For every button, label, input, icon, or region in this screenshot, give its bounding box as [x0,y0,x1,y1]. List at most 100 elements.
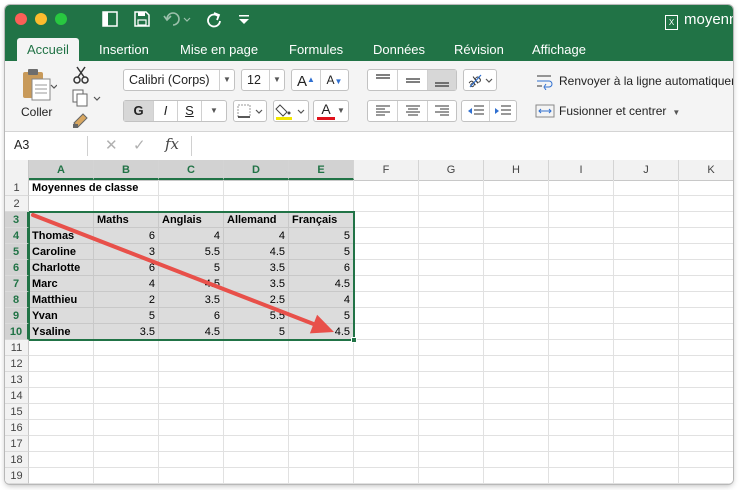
row-header-9[interactable]: 9 [5,308,29,324]
row-header-15[interactable]: 15 [5,404,29,420]
tab-accueil[interactable]: Accueil [17,38,79,61]
font-name-select[interactable]: Calibri (Corps) ▼ [123,69,235,91]
merge-center-icon[interactable] [535,102,555,120]
paste-label[interactable]: Coller [21,105,52,119]
underline-options-chevron-icon[interactable]: ▼ [202,101,226,121]
row-header-17[interactable]: 17 [5,436,29,452]
font-name-value: Calibri (Corps) [129,73,210,87]
chevron-down-icon: ▼ [337,106,345,115]
row-header-1[interactable]: 1 [5,180,29,196]
chevron-down-icon: ▼ [269,70,284,90]
copy-icon[interactable] [71,88,101,108]
row-header-19[interactable]: 19 [5,468,29,484]
row-header-11[interactable]: 11 [5,340,29,356]
italic-button[interactable]: I [154,101,178,121]
cut-icon[interactable] [71,65,91,85]
text-orientation-button[interactable]: ab [463,69,497,91]
row-header-13[interactable]: 13 [5,372,29,388]
row-header-6[interactable]: 6 [5,260,29,276]
font-size-value: 12 [247,73,261,87]
wrap-text-button[interactable]: Renvoyer à la ligne automatiquement [559,74,733,88]
row-header-16[interactable]: 16 [5,420,29,436]
align-left-button[interactable] [368,101,398,121]
name-box[interactable]: A3 [9,135,93,156]
font-color-button[interactable]: A ▼ [313,100,349,122]
excel-file-icon: X [665,15,678,30]
align-center-button[interactable] [398,101,428,121]
font-size-buttons: A▲ A▼ [291,69,349,91]
shrink-font-button[interactable]: A▼ [321,70,348,90]
align-middle-icon [406,78,420,83]
borders-button[interactable] [233,100,267,122]
align-bottom-icon [435,82,449,87]
row-header-3[interactable]: 3 [5,212,29,228]
bold-button[interactable]: G [124,101,154,121]
format-painter-icon[interactable] [71,111,91,129]
ribbon-home: Coller Calibri (Corps) ▼ 12 ▼ A▲ A▼ G I … [5,61,733,132]
highlight-color-button[interactable] [273,100,309,122]
decrease-indent-icon [468,105,484,115]
document-title: Xmoyenne [665,10,733,30]
formula-input[interactable] [197,136,727,156]
tab-insertion[interactable]: Insertion [99,38,149,61]
align-top-icon [376,74,390,79]
row-header-2[interactable]: 2 [5,196,29,212]
align-center-icon [406,105,420,116]
increase-indent-button[interactable] [490,101,516,121]
fill-bucket-icon [275,104,305,120]
merge-center-button[interactable]: Fusionner et centrer ▼ [559,104,680,118]
paste-icon[interactable] [17,67,58,103]
row-header-8[interactable]: 8 [5,292,29,308]
decrease-indent-button[interactable] [462,101,490,121]
row-header-14[interactable]: 14 [5,388,29,404]
align-middle-button[interactable] [398,70,428,90]
undo-icon[interactable] [163,8,193,30]
arrow-up-icon: ▲ [307,75,315,84]
borders-icon [237,104,263,118]
close-window-button[interactable] [15,13,27,25]
horizontal-align-buttons [367,100,457,122]
annotation-arrow [31,213,334,334]
ribbon-tabs: Accueil Insertion Mise en page Formules … [5,35,733,61]
zoom-window-button[interactable] [55,13,67,25]
sidebar-toggle-icon[interactable] [99,8,121,30]
tab-mise-en-page[interactable]: Mise en page [180,38,258,61]
excel-window: Xmoyenne Accueil Insertion Mise en page … [5,5,733,484]
cell-a1[interactable]: Moyennes de classe [29,180,159,196]
arrow-shaft [31,213,316,327]
row-header-5[interactable]: 5 [5,244,29,260]
customize-toolbar-icon[interactable] [235,8,253,30]
row-header-18[interactable]: 18 [5,452,29,468]
text-style-buttons: G I S ▼ [123,100,227,122]
underline-button[interactable]: S [178,101,202,121]
align-bottom-button[interactable] [428,70,456,90]
redo-icon[interactable] [203,8,225,30]
wrap-text-icon[interactable] [535,72,555,91]
cancel-entry-icon[interactable]: ✕ [105,136,118,156]
font-color-swatch [317,117,335,120]
row-header-4[interactable]: 4 [5,228,29,244]
grow-font-button[interactable]: A▲ [292,70,321,90]
tab-donnees[interactable]: Données [373,38,425,61]
minimize-window-button[interactable] [35,13,47,25]
insert-function-icon[interactable]: fx [165,135,179,153]
font-size-select[interactable]: 12 ▼ [241,69,285,91]
arrow-down-icon: ▼ [334,77,343,86]
tab-formules[interactable]: Formules [289,38,343,61]
tab-revision[interactable]: Révision [454,38,504,61]
confirm-entry-icon[interactable]: ✓ [133,136,146,156]
row-header-12[interactable]: 12 [5,356,29,372]
align-right-button[interactable] [428,101,456,121]
row-header-7[interactable]: 7 [5,276,29,292]
vertical-align-buttons [367,69,457,91]
spreadsheet-grid[interactable]: ABCDEFGHIJK Moyennes de classe Maths Angla… [5,160,733,484]
align-top-button[interactable] [368,70,398,90]
align-right-icon [435,105,449,116]
save-icon[interactable] [131,8,153,30]
title-bar: Xmoyenne [5,5,733,35]
indent-buttons [461,100,517,122]
align-left-icon [376,105,390,116]
tab-affichage[interactable]: Affichage [532,38,586,61]
row-header-10[interactable]: 10 [5,324,29,340]
formula-bar: A3 ✕ ✓ fx [5,132,733,161]
